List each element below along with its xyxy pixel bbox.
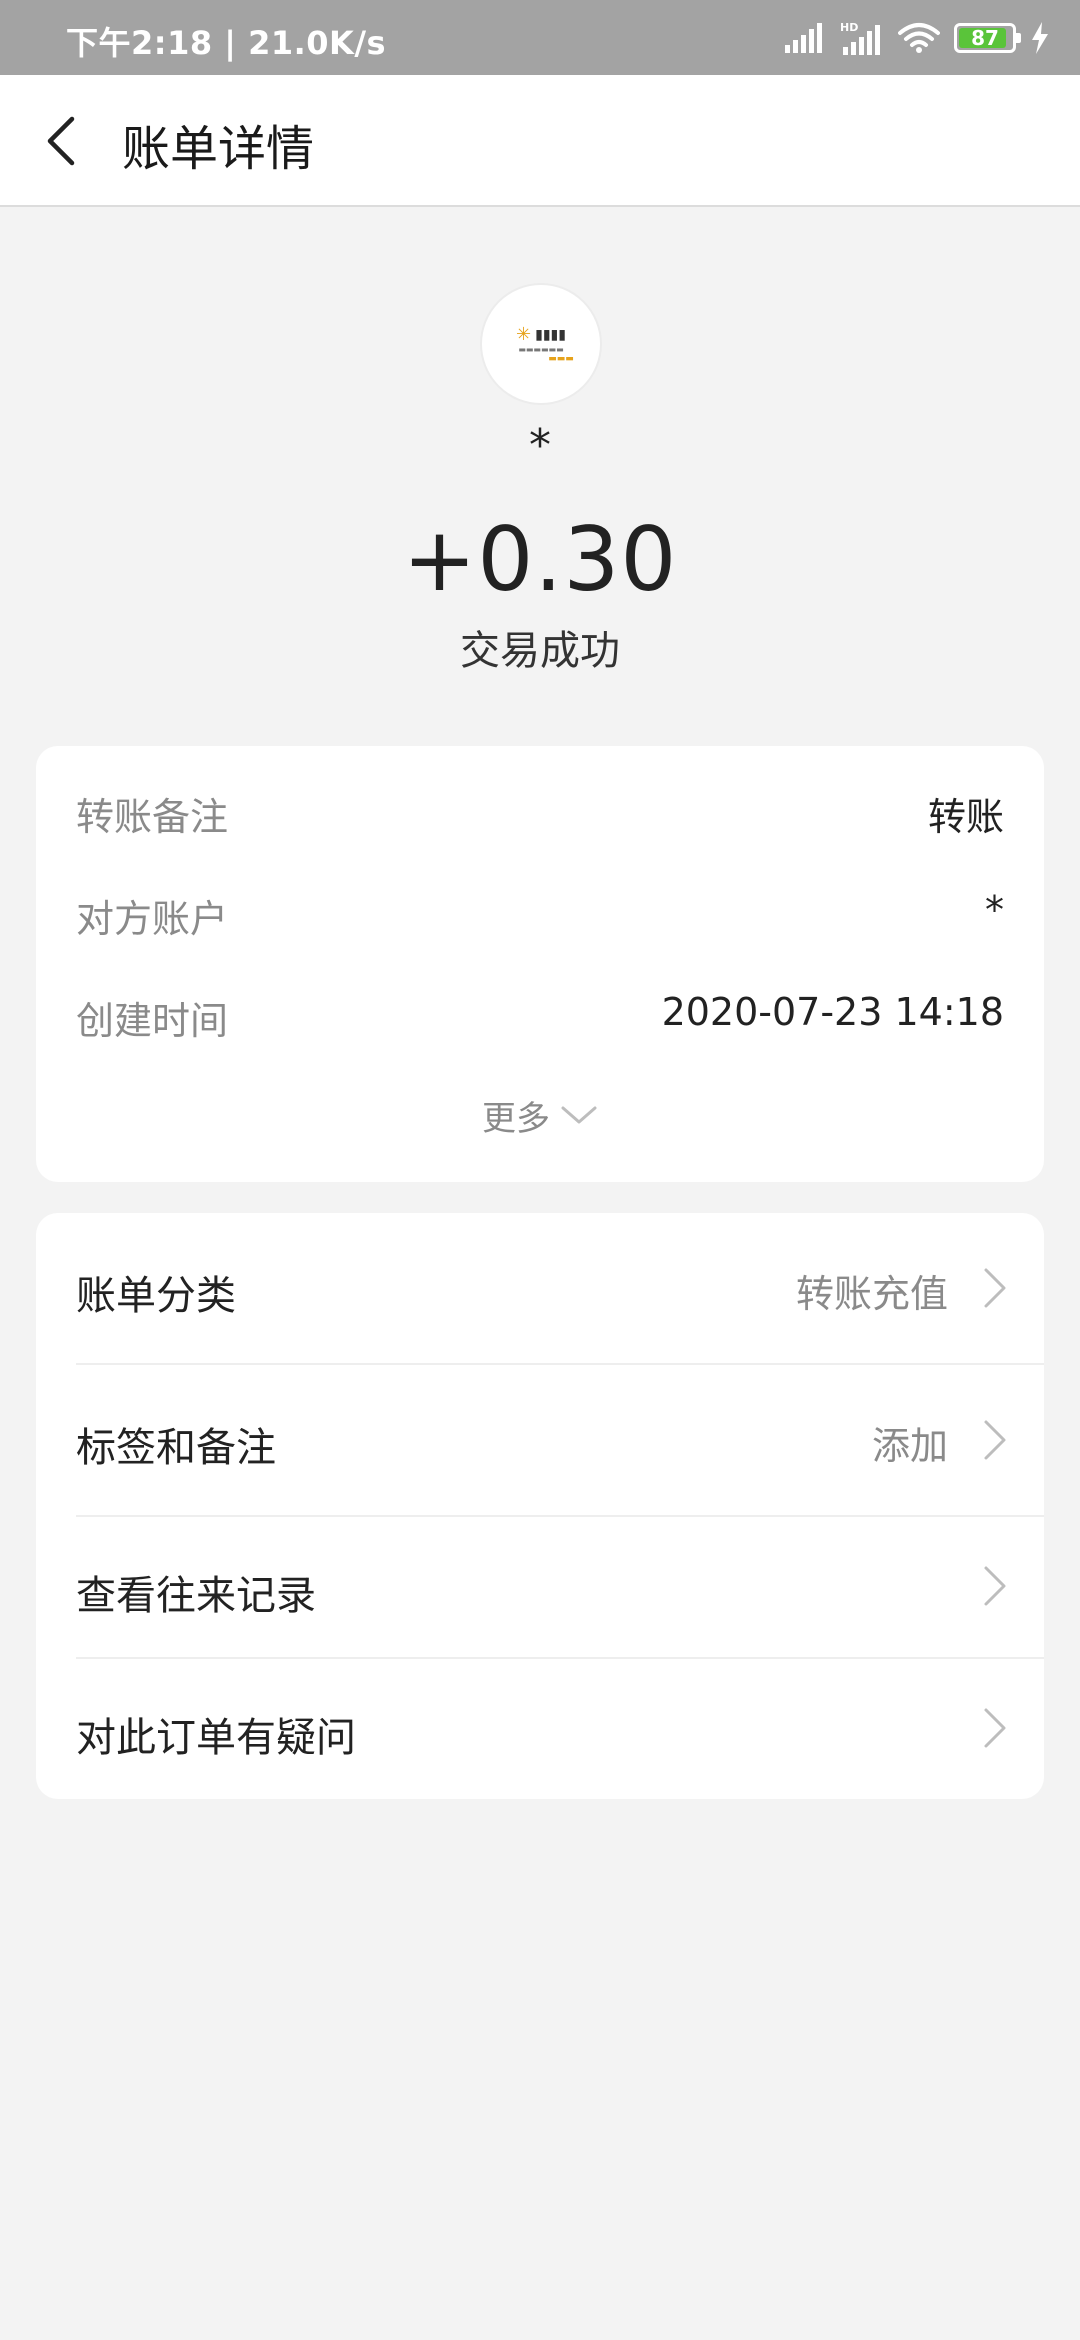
chevron-right-icon [984,1420,1006,1460]
title-bar: 账单详情 [0,75,1080,207]
back-button[interactable] [36,111,96,171]
menu-item-label: 对此订单有疑问 [76,1715,356,1761]
battery-level: 87 [971,26,999,50]
detail-key: 对方账户 [76,897,229,941]
detail-row-account: 对方账户 * [76,888,1004,948]
menu-item-tags[interactable]: 标签和备注 添加 [76,1365,1044,1515]
chevron-right-icon [984,1566,1006,1606]
signal-icon [785,23,822,53]
transaction-amount: +0.30 [402,508,678,611]
actions-card: 账单分类 转账充值 标签和备注 添加 查看往来记录 对此订单有疑问 [36,1213,1044,1799]
chevron-down-icon [561,1106,597,1124]
wifi-icon [898,23,940,53]
menu-item-label: 查看往来记录 [76,1573,316,1619]
charging-icon [1032,22,1048,54]
more-label: 更多 [482,1098,550,1139]
detail-value: 转账 [927,795,1004,839]
menu-item-history[interactable]: 查看往来记录 [76,1517,1044,1657]
merchant-name: * [529,420,551,471]
menu-item-label: 账单分类 [76,1273,236,1319]
detail-row-time: 创建时间 2020-07-23 14:18 [76,990,1004,1050]
page-title: 账单详情 [122,121,315,177]
battery-icon: 87 [954,23,1021,53]
detail-value: 2020-07-23 14:18 [661,990,1004,1034]
menu-item-value: 转账充值 [795,1272,948,1316]
detail-key: 创建时间 [76,999,229,1043]
merchant-avatar: ✳ ▮▮▮▮ ▬▬▬▬▬▬ ▬▬▬ [480,283,602,405]
chevron-right-icon [984,1708,1006,1748]
status-icons: HD 87 [784,14,1050,62]
detail-value: * [985,888,1004,932]
hd-signal-icon: HD [840,21,880,55]
menu-item-value: 添加 [871,1424,948,1468]
merchant-logo-icon: ✳ ▮▮▮▮ [516,324,566,345]
more-button[interactable]: 更多 [36,1090,1044,1140]
status-bar: 下午2:18 | 21.0K/s HD 87 [0,0,1080,75]
details-card: 转账备注 转账 对方账户 * 创建时间 2020-07-23 14:18 更多 [36,746,1044,1182]
detail-row-remark: 转账备注 转账 [76,786,1004,846]
menu-item-category[interactable]: 账单分类 转账充值 [76,1213,1044,1363]
back-arrow-icon [47,116,75,166]
menu-item-label: 标签和备注 [76,1425,276,1471]
detail-key: 转账备注 [76,795,229,839]
status-time: 下午2:18 | 21.0K/s [66,24,387,62]
menu-item-question[interactable]: 对此订单有疑问 [76,1659,1044,1799]
chevron-right-icon [984,1268,1006,1308]
transaction-status: 交易成功 [460,628,620,674]
svg-text:HD: HD [840,21,858,34]
